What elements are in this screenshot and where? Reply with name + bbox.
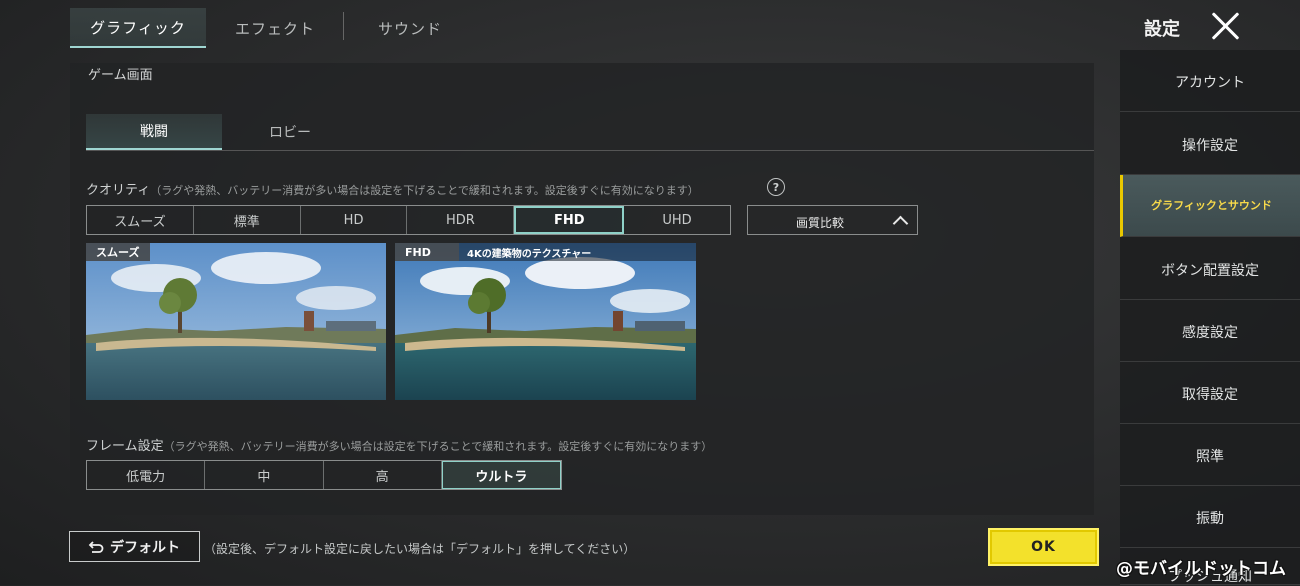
preview-smooth: スムーズ (86, 243, 386, 400)
sidebar-item-vibration[interactable]: 振動 (1120, 488, 1300, 548)
compare-quality-label: 画質比較 (796, 216, 845, 230)
sidebar-item-pickup[interactable]: 取得設定 (1120, 364, 1300, 424)
sidebar-item-button-layout[interactable]: ボタン配置設定 (1120, 240, 1300, 300)
frame-label: フレーム設定 (86, 439, 164, 454)
close-icon[interactable] (1210, 10, 1242, 42)
sidebar-item-sensitivity[interactable]: 感度設定 (1120, 302, 1300, 362)
tab-divider (343, 12, 344, 40)
preview-fhd: FHD 4Kの建築物のテクスチャー (395, 243, 696, 400)
tab-sound[interactable]: サウンド (345, 8, 475, 48)
tab-effects[interactable]: エフェクト (210, 8, 340, 48)
watermark: @モバイルドットコム (1116, 559, 1286, 579)
quality-label-row: クオリティ（ラグや発熱、バッテリー消費が多い場合は設定を下げることで緩和されます… (86, 179, 699, 198)
default-button-label: デフォルト (110, 539, 180, 556)
ok-button[interactable]: OK (988, 528, 1099, 566)
quality-option-hd[interactable]: HD (301, 206, 408, 234)
frame-label-row: フレーム設定（ラグや発熱、バッテリー消費が多い場合は設定を下げることで緩和されま… (86, 435, 712, 454)
quality-selector: スムーズ 標準 HD HDR FHD UHD (86, 205, 731, 235)
subtab-battle[interactable]: 戦闘 (86, 114, 222, 150)
frame-option-medium[interactable]: 中 (205, 461, 324, 489)
frame-selector: 低電力 中 高 ウルトラ (86, 460, 562, 490)
preview-smooth-label: スムーズ (86, 243, 150, 261)
quality-label: クオリティ (86, 183, 151, 198)
help-icon[interactable]: ? (767, 178, 785, 196)
undo-icon (88, 540, 104, 553)
sidebar-item-account[interactable]: アカウント (1120, 52, 1300, 112)
chevron-up-icon (892, 215, 909, 232)
quality-option-smooth[interactable]: スムーズ (87, 206, 194, 234)
page-title: 設定 (1144, 19, 1180, 40)
quality-option-fhd[interactable]: FHD (514, 206, 625, 234)
quality-option-hdr[interactable]: HDR (407, 206, 515, 234)
quality-option-uhd[interactable]: UHD (624, 206, 730, 234)
tab-graphics[interactable]: グラフィック (70, 8, 206, 48)
preview-smooth-image (86, 243, 386, 400)
sidebar-item-graphics-sound[interactable]: グラフィックとサウンド (1120, 175, 1300, 237)
quality-option-standard[interactable]: 標準 (194, 206, 301, 234)
frame-option-high[interactable]: 高 (324, 461, 442, 489)
sidebar-item-aim[interactable]: 照準 (1120, 426, 1300, 486)
sidebar-item-controls[interactable]: 操作設定 (1120, 115, 1300, 175)
default-note: （設定後、デフォルト設定に戻したい場合は「デフォルト」を押してください） (204, 542, 636, 556)
preview-fhd-image (395, 243, 696, 400)
default-button[interactable]: デフォルト (69, 531, 200, 562)
frame-note: （ラグや発熱、バッテリー消費が多い場合は設定を下げることで緩和されます。設定後す… (163, 440, 713, 453)
preview-fhd-caption: 4Kの建築物のテクスチャー (459, 243, 696, 261)
frame-option-ultra[interactable]: ウルトラ (441, 461, 561, 489)
subtab-lobby[interactable]: ロビー (222, 114, 358, 150)
subtab-underline (86, 150, 1094, 151)
frame-option-low-power[interactable]: 低電力 (87, 461, 206, 489)
quality-note: （ラグや発熱、バッテリー消費が多い場合は設定を下げることで緩和されます。設定後す… (150, 184, 699, 197)
preview-fhd-label: FHD (395, 243, 459, 261)
compare-quality-button[interactable]: 画質比較 (747, 205, 918, 235)
section-title-game-screen: ゲーム画面 (88, 68, 153, 83)
